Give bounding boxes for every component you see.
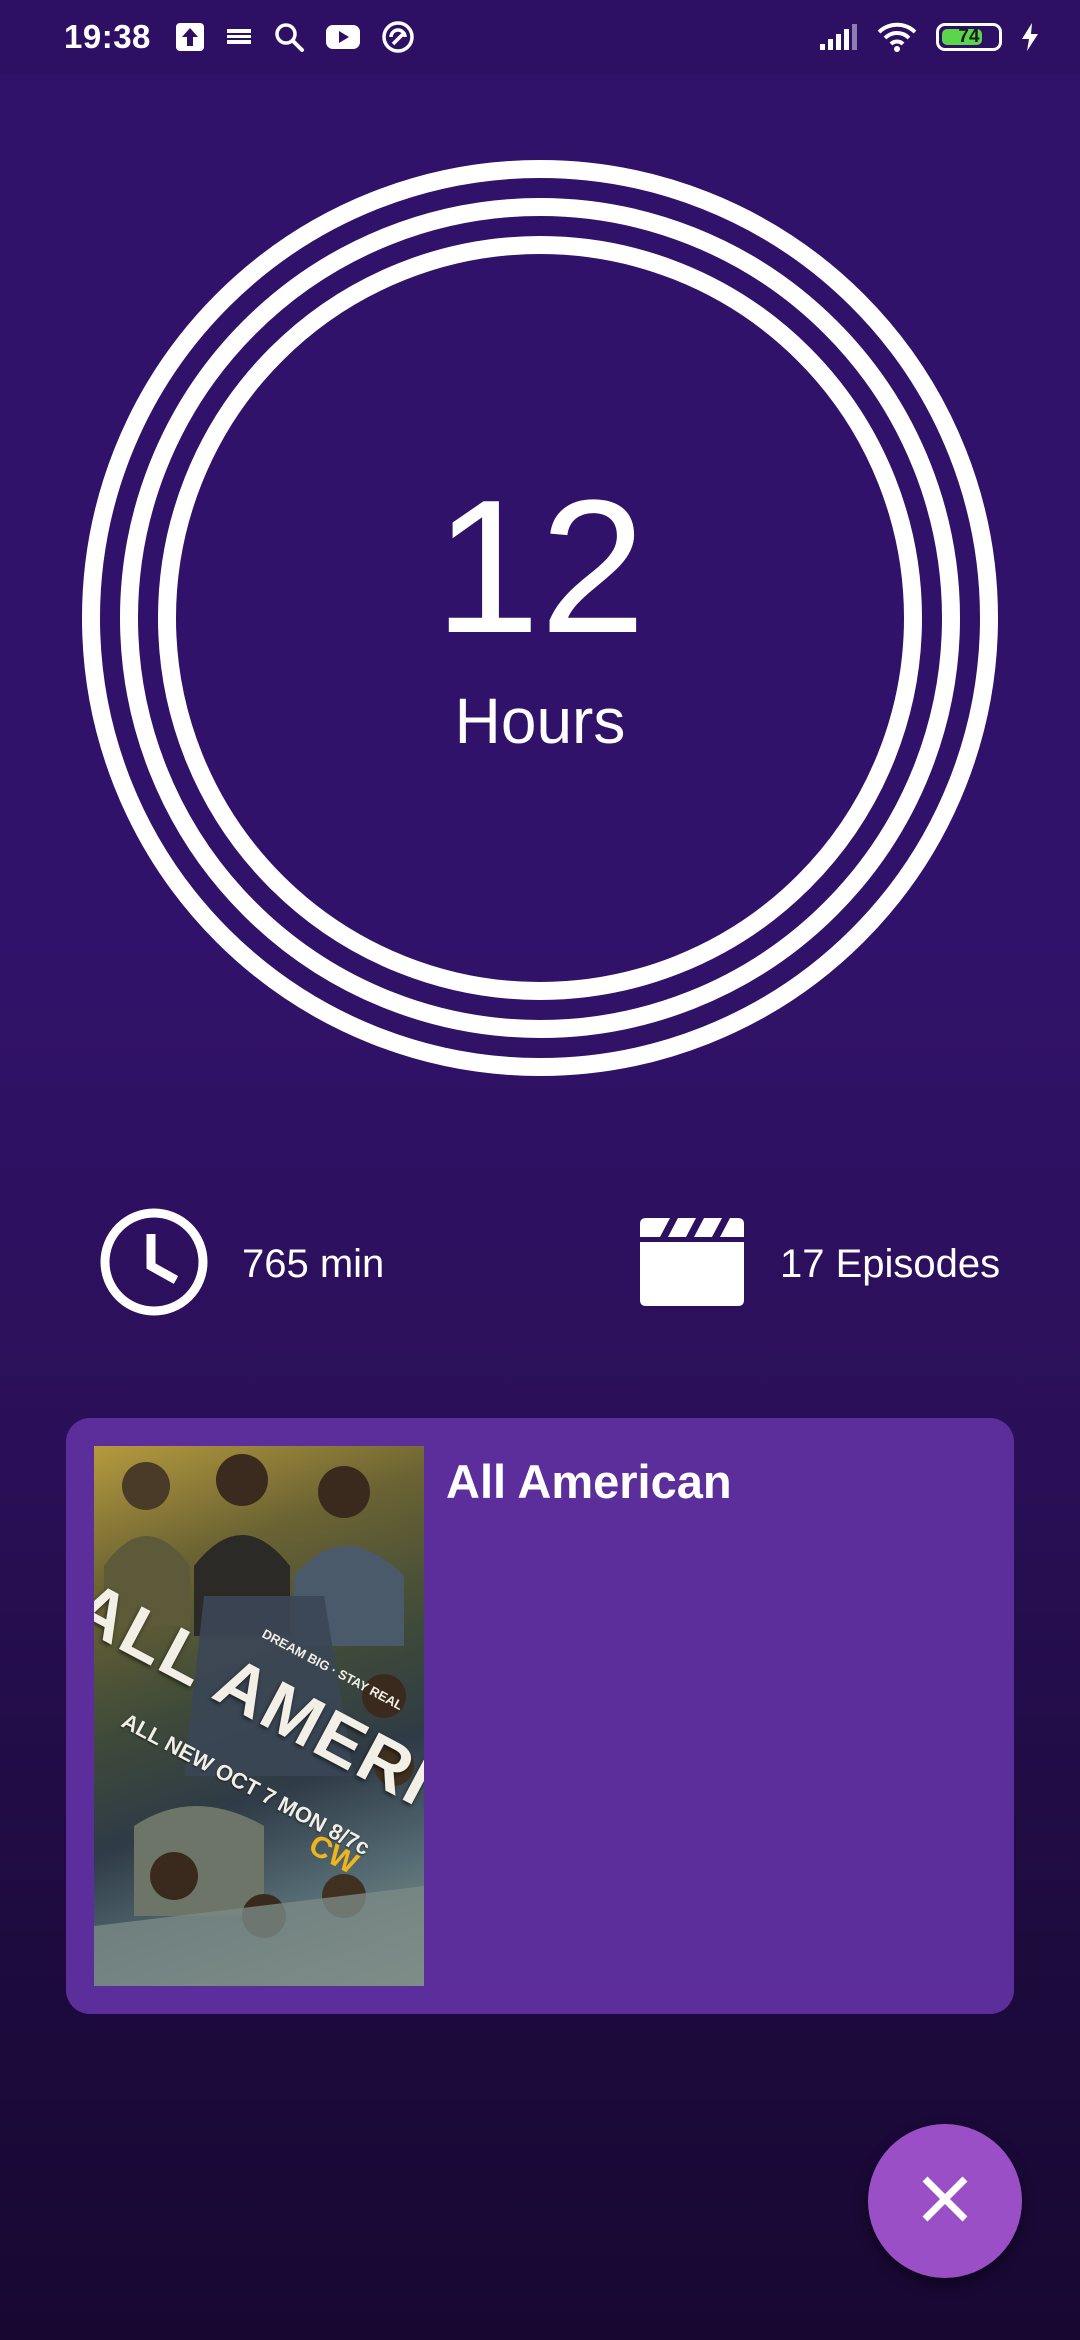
signal-icon (818, 22, 858, 52)
minutes-stat: 765 min (98, 1206, 384, 1322)
total-hours-value: 12 (434, 461, 646, 673)
status-right-icons: 74 (818, 21, 1040, 53)
episodes-label: 17 Episodes (780, 1241, 1001, 1286)
wifi-icon (876, 21, 918, 53)
battery-icon: 74 (936, 23, 1002, 51)
total-hours-unit: Hours (454, 685, 626, 757)
status-left-icons (175, 20, 415, 54)
youtube-icon (325, 23, 361, 51)
status-bar: 19:38 74 (0, 0, 1080, 74)
app-notification-icon (225, 26, 253, 48)
search-icon (273, 21, 305, 53)
show-card[interactable]: ALL AMERICAN DREAM BIG · STAY REAL ALL N… (66, 1418, 1014, 2014)
minutes-label: 765 min (242, 1241, 385, 1286)
episodes-stat: 17 Episodes (636, 1206, 1000, 1322)
charging-icon (1020, 22, 1040, 52)
total-hours: 12 Hours (82, 160, 998, 1076)
stats-row: 765 min 17 Episodes (0, 1206, 1080, 1322)
clock-icon (98, 1206, 210, 1323)
upload-icon (175, 22, 205, 52)
total-hours-rings: 12 Hours (82, 160, 998, 1076)
show-poster[interactable]: ALL AMERICAN DREAM BIG · STAY REAL ALL N… (94, 1446, 424, 1986)
close-button[interactable] (868, 2124, 1022, 2278)
sync-icon (381, 20, 415, 54)
battery-level: 74 (958, 26, 980, 47)
status-time: 19:38 (64, 18, 151, 55)
clapperboard-icon (636, 1216, 748, 1313)
show-title[interactable]: All American (446, 1454, 732, 1509)
close-icon (917, 2171, 973, 2232)
